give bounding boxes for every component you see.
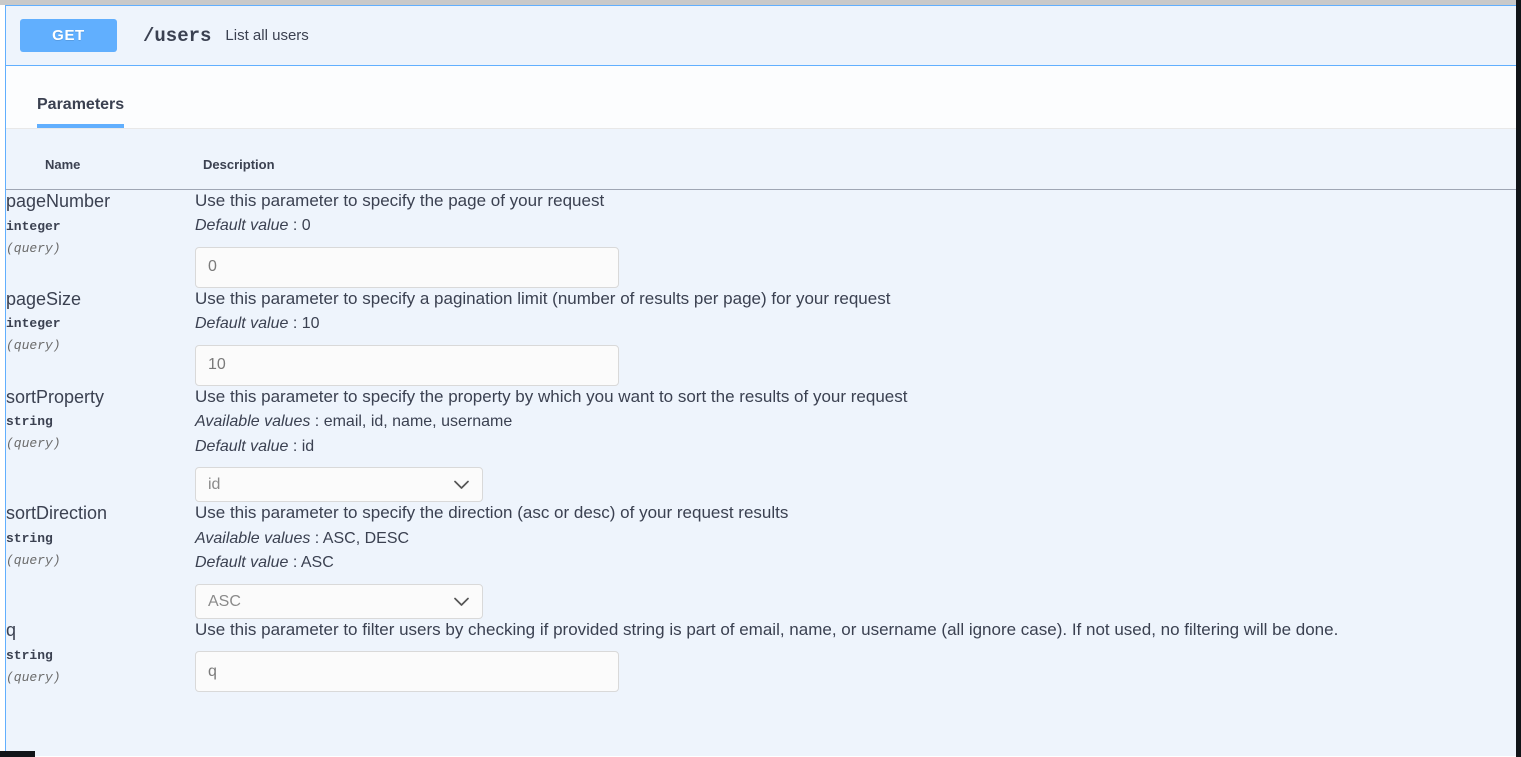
parameter-available-values: Available values : email, id, name, user… bbox=[195, 412, 513, 430]
screenshot-root: GET /users List all users Parameters Nam… bbox=[0, 0, 1521, 757]
default-value: 0 bbox=[301, 217, 311, 235]
operation-header[interactable]: GET /users List all users bbox=[6, 6, 1516, 66]
parameter-description-cell: Use this parameter to specify the proper… bbox=[195, 386, 1516, 503]
default-value-label: Default value bbox=[195, 554, 289, 572]
parameter-field-wrap bbox=[195, 344, 1516, 386]
parameter-name: pageNumber bbox=[6, 191, 111, 211]
parameter-default: Default value : 0 bbox=[195, 217, 311, 235]
default-value-label: Default value bbox=[195, 217, 289, 235]
tab-strip: Parameters bbox=[6, 66, 1516, 129]
table-row: pageNumber integer (query) Use this para… bbox=[6, 190, 1516, 288]
parameters-table: Name Description pageNumber integer (que… bbox=[6, 157, 1516, 693]
available-values: ASC, DESC bbox=[322, 529, 410, 547]
table-row: sortDirection string (query) Use this pa… bbox=[6, 502, 1516, 620]
operation-path: /users bbox=[143, 24, 212, 47]
table-row: pageSize integer (query) Use this parame… bbox=[6, 288, 1516, 386]
table-row: q string (query) Use this parameter to f… bbox=[6, 619, 1516, 693]
parameter-description-cell: Use this parameter to filter users by ch… bbox=[195, 619, 1516, 693]
default-value: ASC bbox=[300, 554, 334, 572]
parameter-select-sortdirection[interactable]: ASC bbox=[195, 584, 483, 620]
http-method-badge[interactable]: GET bbox=[20, 19, 117, 52]
parameter-name-cell: sortDirection string (query) bbox=[6, 502, 195, 619]
parameter-name: sortProperty bbox=[6, 386, 105, 407]
operation-summary: List all users bbox=[225, 27, 309, 44]
parameter-name-cell: sortProperty string (query) bbox=[6, 386, 195, 503]
parameter-default: Default value : ASC bbox=[195, 554, 334, 572]
parameter-input-pagenumber[interactable] bbox=[195, 246, 619, 288]
parameter-type: string bbox=[6, 530, 53, 546]
tab-parameters[interactable]: Parameters bbox=[37, 96, 125, 128]
parameter-location: (query) bbox=[6, 338, 61, 354]
parameter-name-cell: pageNumber integer (query) bbox=[6, 190, 195, 288]
available-values-label: Available values bbox=[195, 412, 311, 430]
parameter-type: string bbox=[6, 647, 53, 663]
table-row: sortProperty string (query) Use this par… bbox=[6, 386, 1516, 503]
parameter-name-cell: pageSize integer (query) bbox=[6, 288, 195, 386]
parameter-description-cell: Use this parameter to specify the page o… bbox=[195, 190, 1516, 288]
default-value-label: Default value bbox=[195, 314, 289, 332]
parameter-description-cell: Use this parameter to specify the direct… bbox=[195, 502, 1516, 620]
parameter-default: Default value : id bbox=[195, 437, 315, 455]
parameter-field-wrap bbox=[195, 246, 1516, 288]
window-right-edge bbox=[1516, 0, 1521, 757]
parameter-name: pageSize bbox=[6, 288, 82, 309]
parameter-field-wrap: ASC bbox=[195, 584, 483, 620]
parameter-description-cell: Use this parameter to specify a paginati… bbox=[195, 288, 1516, 386]
parameter-type: integer bbox=[6, 218, 61, 234]
column-header-name: Name bbox=[6, 157, 195, 190]
parameters-panel: Name Description pageNumber integer (que… bbox=[6, 129, 1516, 756]
default-value-label: Default value bbox=[195, 437, 289, 455]
parameter-description: Use this parameter to filter users by ch… bbox=[195, 620, 1339, 640]
parameter-name: q bbox=[6, 620, 17, 641]
default-value: id bbox=[301, 437, 315, 455]
parameter-select-sortproperty[interactable]: id bbox=[195, 467, 483, 503]
parameter-name-cell: q string (query) bbox=[6, 619, 195, 692]
parameter-field-wrap bbox=[195, 651, 1516, 693]
table-header-row: Name Description bbox=[6, 157, 1516, 190]
parameter-description: Use this parameter to specify the direct… bbox=[195, 503, 789, 523]
parameter-location: (query) bbox=[6, 669, 61, 685]
window-bottom-edge bbox=[0, 751, 35, 757]
parameter-default: Default value : 10 bbox=[195, 314, 320, 332]
parameter-input-q[interactable] bbox=[195, 651, 619, 693]
parameter-description: Use this parameter to specify the proper… bbox=[195, 386, 908, 406]
parameter-location: (query) bbox=[6, 552, 61, 568]
parameter-type: string bbox=[6, 414, 53, 430]
parameter-input-pagesize[interactable] bbox=[195, 344, 619, 386]
parameter-name: sortDirection bbox=[6, 503, 108, 524]
parameters-table-body: pageNumber integer (query) Use this para… bbox=[6, 190, 1516, 693]
parameter-description: Use this parameter to specify the page o… bbox=[195, 191, 605, 210]
api-operation-block: GET /users List all users Parameters Nam… bbox=[5, 5, 1516, 757]
parameter-field-wrap: id bbox=[195, 467, 483, 503]
parameter-available-values: Available values : ASC, DESC bbox=[195, 529, 410, 547]
available-values: email, id, name, username bbox=[323, 412, 513, 430]
parameter-type: integer bbox=[6, 316, 61, 332]
parameter-location: (query) bbox=[6, 240, 61, 256]
parameter-location: (query) bbox=[6, 436, 61, 452]
available-values-label: Available values bbox=[195, 529, 311, 547]
default-value: 10 bbox=[301, 314, 320, 332]
column-header-description: Description bbox=[195, 157, 1516, 190]
parameter-description: Use this parameter to specify a paginati… bbox=[195, 288, 891, 308]
